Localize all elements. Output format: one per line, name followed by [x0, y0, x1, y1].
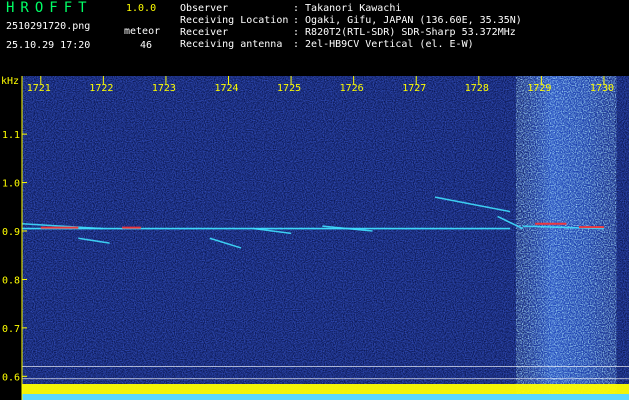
amplitude-bar	[22, 384, 629, 394]
y-tick-label: 0.6	[2, 372, 20, 383]
antenna-value: : 2el-HB9CV Vertical (el. E-W)	[293, 39, 474, 50]
meteor-count: 46	[140, 40, 153, 51]
x-tick-label: 1721	[27, 83, 51, 94]
noise-burst-speckle	[516, 76, 617, 400]
meteor-label: meteor	[124, 26, 161, 37]
file-name: 2510291720.png	[6, 21, 91, 32]
location-value: : Ogaki, Gifu, JAPAN (136.60E, 35.35N)	[293, 15, 522, 26]
antenna-label: Receiving antenna	[180, 39, 283, 50]
y-tick-label: 1.0	[2, 179, 20, 190]
x-tick-label: 1725	[277, 83, 301, 94]
date-time: 25.10.29 17:20	[6, 40, 91, 51]
y-tick-label: 0.8	[2, 275, 20, 286]
y-tick-label: 0.9	[2, 227, 20, 238]
x-tick-label: 1724	[214, 83, 238, 94]
location-label: Receiving Location	[180, 15, 289, 26]
x-tick-label: 1726	[340, 83, 364, 94]
receiver-label: Receiver	[180, 27, 229, 38]
app-version: 1.0.0	[126, 3, 157, 14]
y-tick-label: 1.1	[2, 130, 20, 141]
x-tick-label: 1730	[590, 83, 614, 94]
app-logo: HROFFT	[6, 0, 93, 16]
header-panel: HROFFT 1.0.0 2510291720.png 25.10.29 17:…	[0, 0, 629, 76]
y-tick-label: 0.7	[2, 324, 20, 335]
x-tick-label: 1723	[152, 83, 176, 94]
y-axis-label: kHz	[1, 76, 19, 87]
x-tick-label: 1722	[89, 83, 113, 94]
receiver-value: : R820T2(RTL-SDR) SDR-Sharp 53.372MHz	[293, 27, 516, 38]
x-tick-label: 1728	[465, 83, 489, 94]
x-tick-label: 1727	[402, 83, 426, 94]
spectrogram-chart: kHz 1721 1722 1723 1724 1725 1726 1727 1728 1729…	[1, 76, 629, 400]
amplitude-baseline	[22, 394, 629, 400]
observer-label: Observer	[180, 3, 229, 14]
x-tick-label: 1729	[527, 83, 551, 94]
observer-value: : Takanori Kawachi	[293, 3, 402, 14]
